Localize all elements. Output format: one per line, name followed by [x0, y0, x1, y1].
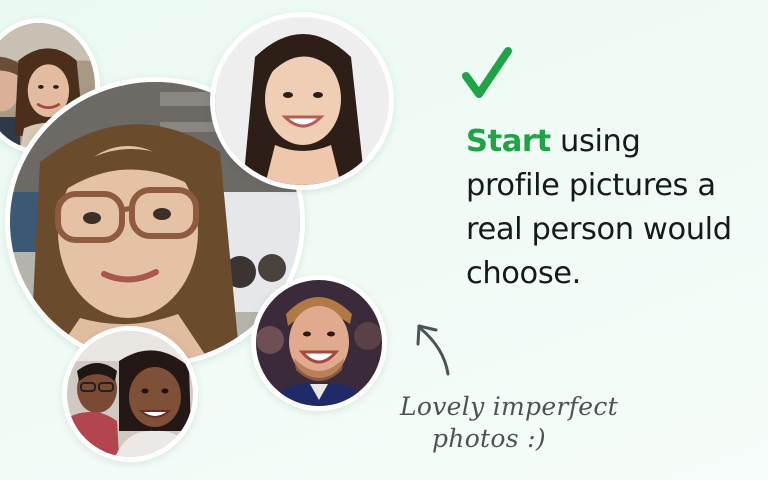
headline-line-1: using	[550, 124, 641, 159]
caption-line-2: photos :)	[432, 424, 546, 453]
profile-photo-friends	[62, 326, 198, 462]
caption-line-1: Lovely imperfect	[400, 392, 618, 421]
headline-line-3: real person would	[466, 212, 732, 247]
caption: Lovely imperfect photos :)	[400, 391, 650, 455]
curved-arrow-icon	[416, 324, 450, 376]
profile-photo-smiling-woman	[210, 12, 394, 190]
profile-photo-laughing-man	[251, 275, 387, 411]
headline-accent-word: Start	[466, 124, 551, 159]
headline-line-2: profile pictures a	[466, 168, 716, 203]
headline-line-4: choose.	[466, 256, 581, 291]
headline: Start using profile pictures a real pers…	[466, 120, 766, 296]
check-mark-icon	[462, 47, 512, 98]
